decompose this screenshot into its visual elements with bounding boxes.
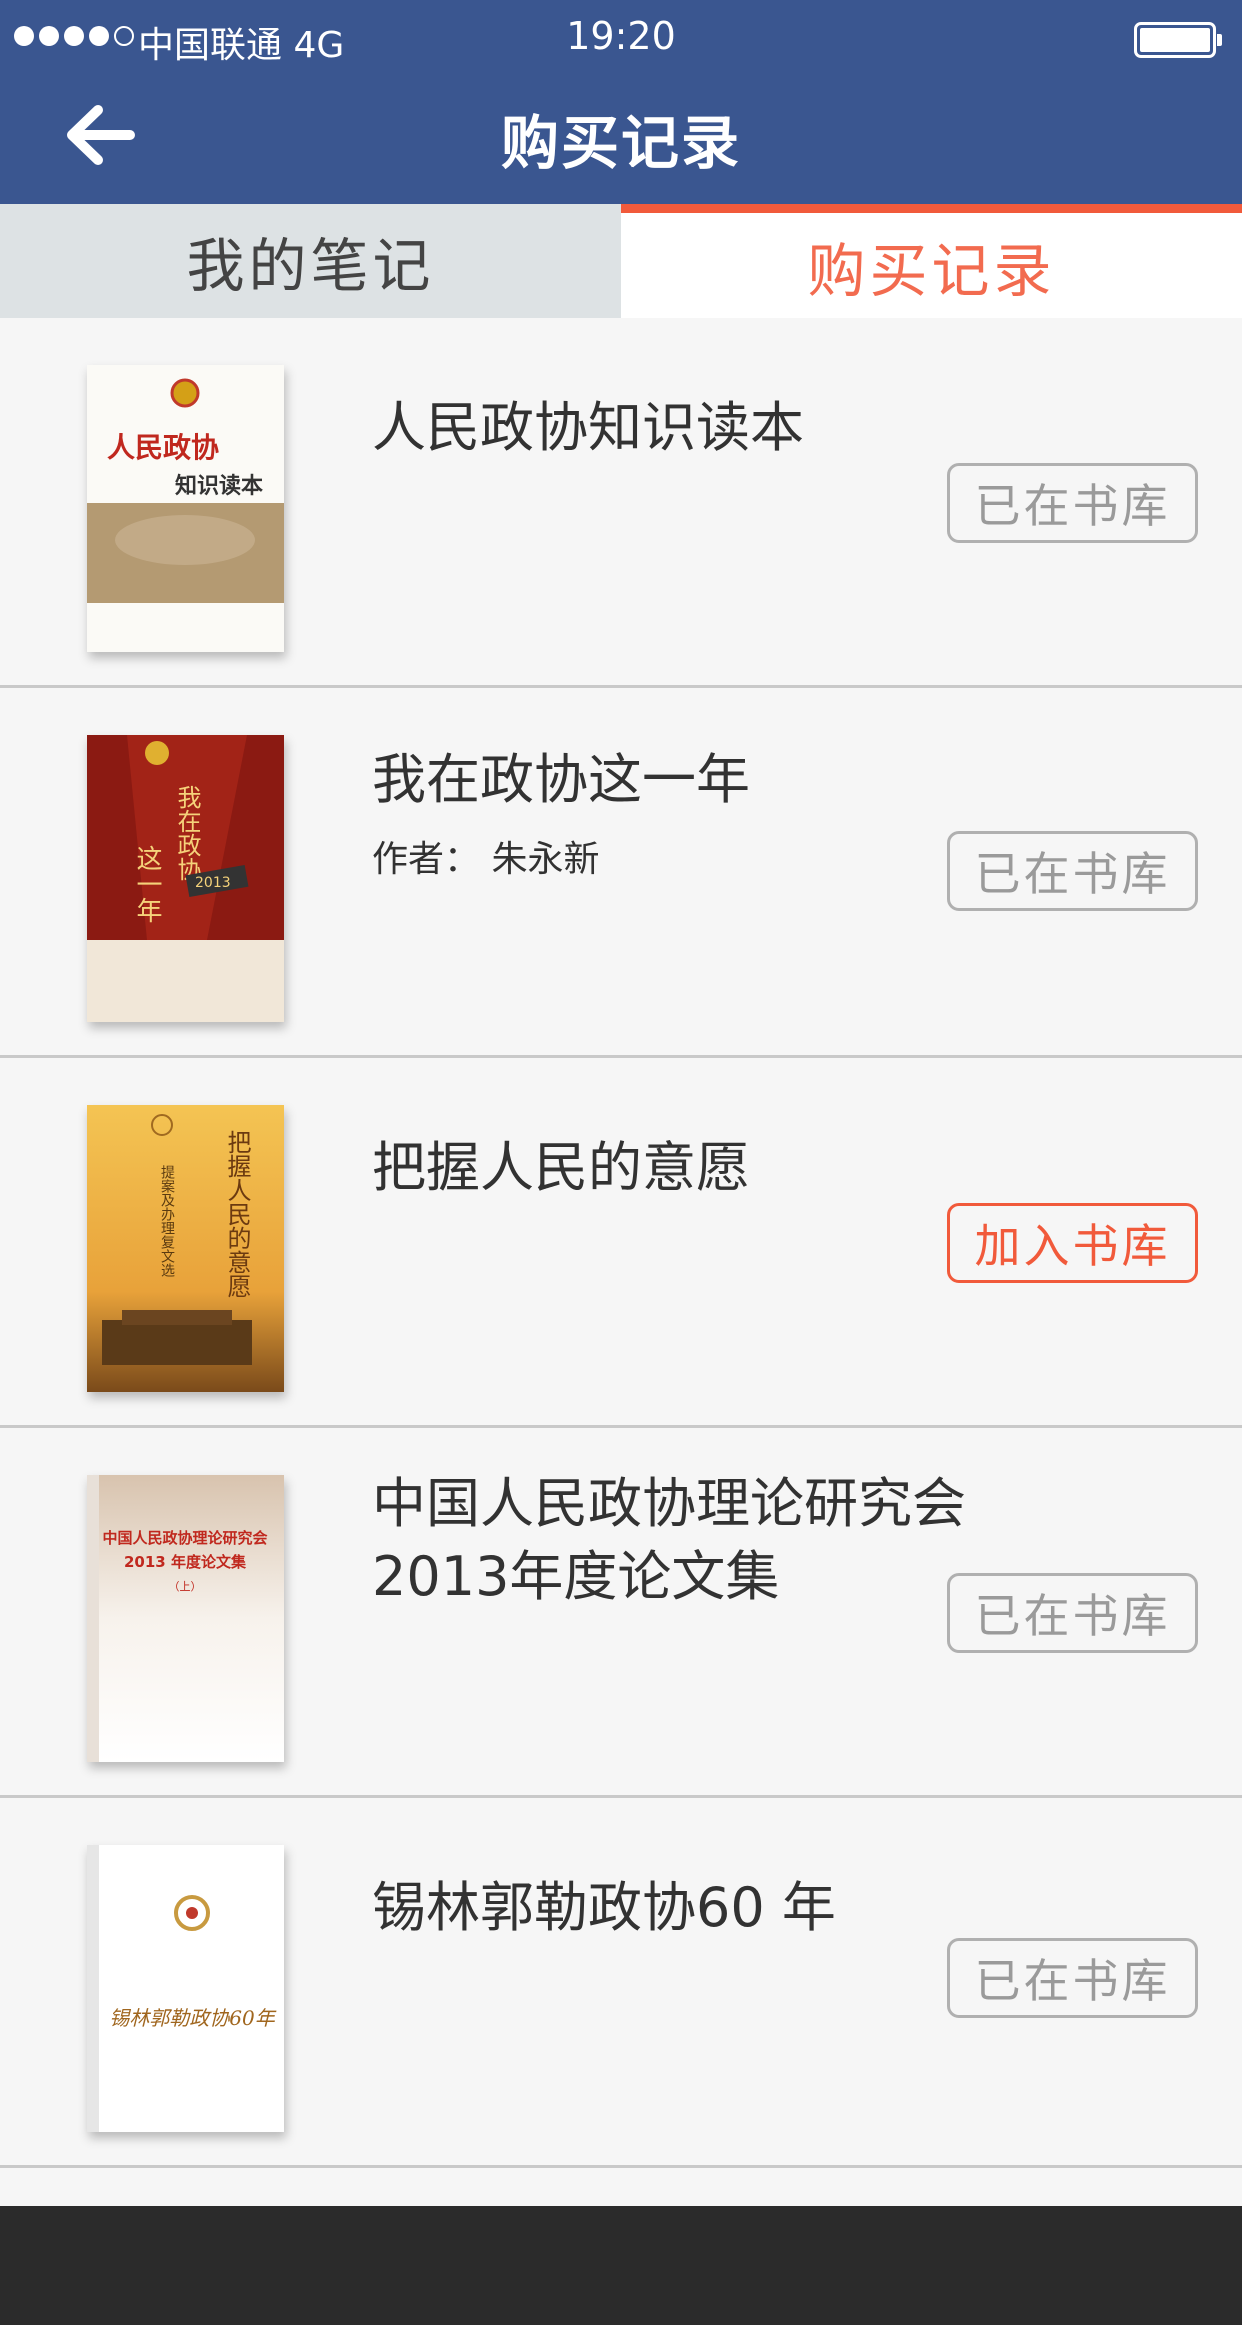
book-title: 人民政协知识读本 xyxy=(372,396,804,459)
book-cover: 人民政协 知识读本 xyxy=(87,365,284,652)
tab-purchase-records[interactable]: 购买记录 xyxy=(621,204,1242,318)
cover-title: 中国人民政协理论研究会 xyxy=(102,1529,267,1547)
status-bar: 中国联通 4G 19:20 xyxy=(0,0,1242,76)
book-title-line-2: 2013年度论文集 xyxy=(372,1544,780,1608)
book-title-line-1: 中国人民政协理论研究会 xyxy=(372,1472,966,1535)
add-to-library-button[interactable]: 加入书库 xyxy=(947,1203,1198,1283)
bottom-bar xyxy=(0,2206,1242,2325)
cover-title: 锡林郭勒政协60年 xyxy=(109,2006,276,2030)
book-cover: 把握人民的意愿 提案及办理复文选 xyxy=(87,1105,284,1392)
list-item[interactable]: 中国人民政协理论研究会 2013 年度论文集 （上） 中国人民政协理论研究会 2… xyxy=(0,1428,1242,1798)
book-title: 我在政协这一年 xyxy=(372,748,750,811)
book-title: 把握人民的意愿 xyxy=(372,1136,750,1199)
page-title: 购买记录 xyxy=(500,109,741,177)
purchase-list: 人民政协 知识读本 人民政协知识读本 已在书库 我在政协 这一年 2013 我在… xyxy=(0,318,1242,2168)
book-author: 作者： 朱永新 xyxy=(372,839,600,880)
book-title: 锡林郭勒政协60 年 xyxy=(372,1876,836,1939)
list-item[interactable]: 锡林郭勒政协60年 锡林郭勒政协60 年 已在书库 xyxy=(0,1798,1242,2168)
list-item[interactable]: 我在政协 这一年 2013 我在政协这一年 作者： 朱永新 已在书库 xyxy=(0,688,1242,1058)
book-cover: 我在政协 这一年 2013 xyxy=(87,735,284,1022)
in-library-button[interactable]: 已在书库 xyxy=(947,831,1198,911)
cover-subtitle: 这一年 xyxy=(132,845,162,923)
cover-subtitle: 2013 年度论文集 xyxy=(124,1553,247,1571)
book-cover: 中国人民政协理论研究会 2013 年度论文集 （上） xyxy=(87,1475,284,1762)
in-library-button[interactable]: 已在书库 xyxy=(947,463,1198,543)
status-time: 19:20 xyxy=(566,14,676,58)
in-library-button[interactable]: 已在书库 xyxy=(947,1938,1198,2018)
in-library-button[interactable]: 已在书库 xyxy=(947,1573,1198,1653)
tab-my-notes[interactable]: 我的笔记 xyxy=(0,204,621,318)
cover-subtitle: 提案及办理复文选 xyxy=(159,1165,175,1278)
book-cover: 锡林郭勒政协60年 xyxy=(87,1845,284,2132)
tab-bar: 我的笔记 购买记录 xyxy=(0,204,1242,318)
cover-title: 人民政协 xyxy=(107,431,219,464)
battery-icon xyxy=(1134,22,1222,58)
cover-subtitle: 知识读本 xyxy=(175,473,263,499)
app-header: 中国联通 4G 19:20 购买记录 xyxy=(0,0,1242,204)
book-title: 中国人民政协理论研究会 2013年度论文集 xyxy=(372,1468,966,1614)
cover-year: 2013 xyxy=(195,875,231,891)
list-item[interactable]: 人民政协 知识读本 人民政协知识读本 已在书库 xyxy=(0,318,1242,688)
cover-title: 把握人民的意愿 xyxy=(223,1130,251,1298)
cover-title: 我在政协 xyxy=(173,785,201,881)
cover-volume: （上） xyxy=(169,1580,202,1593)
list-item[interactable]: 把握人民的意愿 提案及办理复文选 把握人民的意愿 加入书库 xyxy=(0,1058,1242,1428)
